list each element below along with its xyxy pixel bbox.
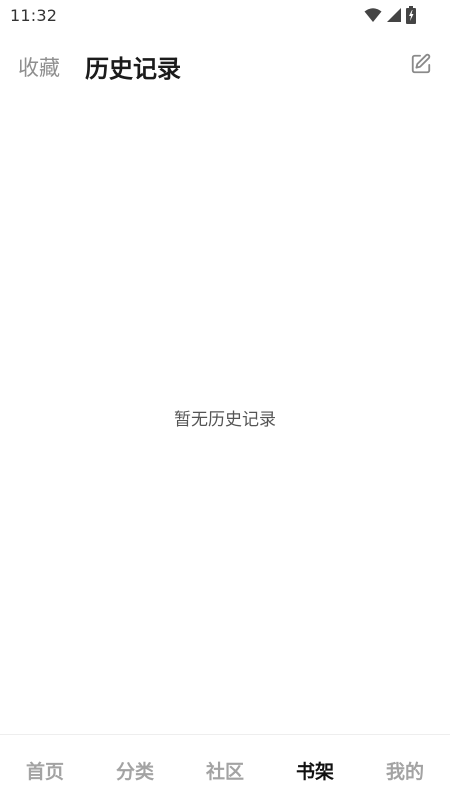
empty-state-message: 暂无历史记录 xyxy=(174,410,276,430)
nav-item-community[interactable]: 社区 xyxy=(180,757,270,784)
bottom-nav: 首页 分类 社区 书架 我的 xyxy=(0,734,450,801)
nav-item-mine[interactable]: 我的 xyxy=(360,757,450,784)
nav-item-bookshelf[interactable]: 书架 xyxy=(270,757,360,784)
nav-item-category[interactable]: 分类 xyxy=(90,757,180,784)
nav-item-home[interactable]: 首页 xyxy=(0,757,90,784)
status-bar: 11:32 xyxy=(0,0,450,32)
tab-favorites[interactable]: 收藏 xyxy=(18,52,60,82)
status-icons xyxy=(364,6,416,24)
battery-icon xyxy=(406,6,416,24)
header: 收藏 历史记录 xyxy=(0,44,450,88)
edit-icon[interactable] xyxy=(410,53,432,75)
status-time: 11:32 xyxy=(10,6,58,25)
tab-history[interactable]: 历史记录 xyxy=(85,49,181,84)
signal-icon xyxy=(387,8,401,22)
wifi-icon xyxy=(364,8,382,22)
